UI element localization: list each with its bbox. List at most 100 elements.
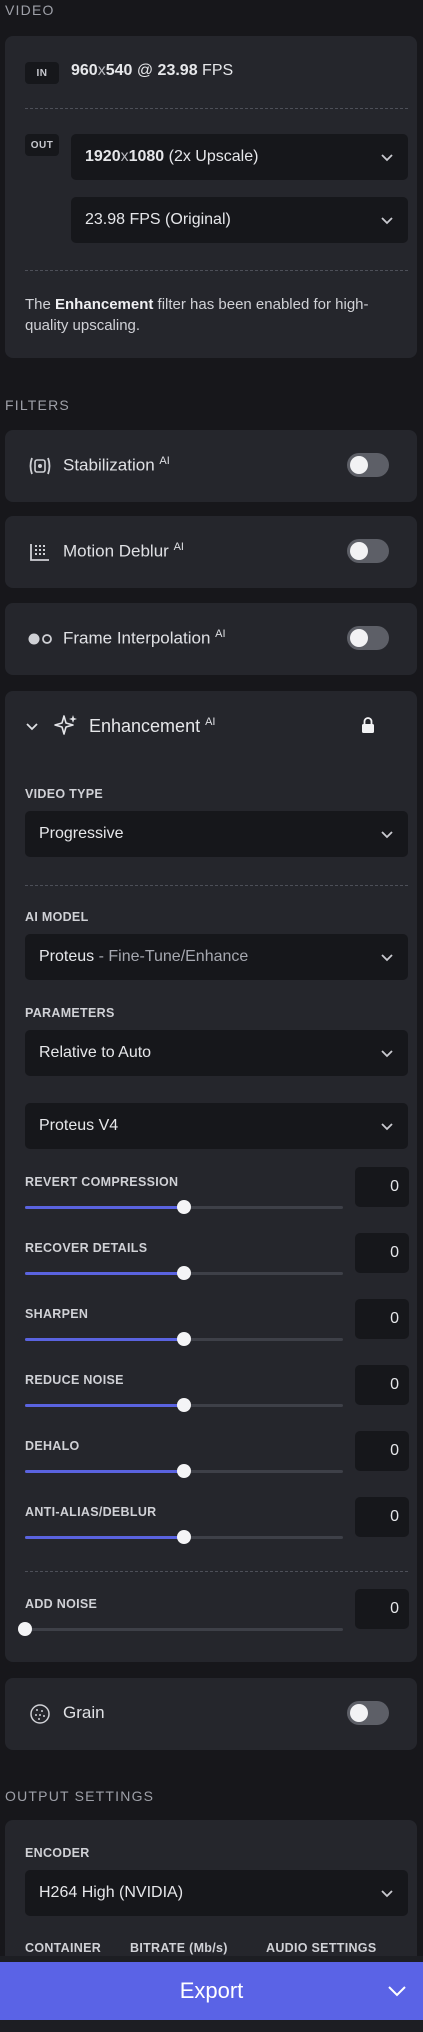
output-section-label: OUTPUT SETTINGS <box>5 1788 155 1804</box>
param-label: ADD NOISE <box>25 1597 98 1611</box>
param-value-input[interactable]: 0 <box>355 1589 409 1629</box>
slider-fill <box>25 1206 184 1209</box>
ai-model-label: AI MODEL <box>25 910 89 924</box>
param-slider[interactable] <box>25 1529 343 1545</box>
in-badge: IN <box>25 62 59 84</box>
filter-grain[interactable]: Grain <box>5 1678 417 1750</box>
grain-label: Grain <box>63 1703 105 1722</box>
stabilization-label: Stabilization AI <box>63 455 170 475</box>
slider-thumb[interactable] <box>177 1200 191 1214</box>
output-resolution-value: 1920x1080 (2x Upscale) <box>85 148 259 165</box>
slider-track <box>25 1628 343 1631</box>
chevron-down-icon <box>381 1050 393 1058</box>
parameters-mode-value: Relative to Auto <box>39 1044 152 1061</box>
video-card: IN 960x540 @ 23.98 FPS OUT 1920x1080 (2x… <box>5 36 417 358</box>
filter-stabilization[interactable]: Stabilization AI <box>5 430 417 502</box>
container-label: CONTAINER <box>25 1941 102 1955</box>
motion-deblur-icon <box>30 544 49 561</box>
encoder-select[interactable]: H264 High (NVIDIA) <box>25 1870 408 1916</box>
output-fps-value: 23.98 FPS (Original) <box>85 211 231 228</box>
video-type-label: VIDEO TYPE <box>25 787 104 801</box>
chevron-down-icon <box>381 831 393 839</box>
bitrate-label: BITRATE (Mb/s) <box>130 1941 228 1955</box>
grain-toggle[interactable] <box>347 1701 389 1725</box>
enhancement-panel: Enhancement AI VIDEO TYPE Progressive AI… <box>5 691 417 1662</box>
divider <box>25 885 408 886</box>
sparkle-icon <box>54 715 77 735</box>
audio-settings-label: AUDIO SETTINGS <box>266 1941 377 1955</box>
chevron-down-icon <box>381 954 393 962</box>
output-fps-select[interactable]: 23.98 FPS (Original) <box>71 197 408 243</box>
slider-thumb[interactable] <box>177 1332 191 1346</box>
slider-fill <box>25 1404 184 1407</box>
param-label: SHARPEN <box>25 1307 89 1321</box>
stabilization-toggle[interactable] <box>347 453 389 477</box>
filter-motion-deblur[interactable]: Motion Deblur AI <box>5 516 417 588</box>
motion-deblur-label: Motion Deblur AI <box>63 541 184 561</box>
slider-thumb[interactable] <box>177 1530 191 1544</box>
parameters-label: PARAMETERS <box>25 1006 115 1020</box>
export-button[interactable]: Export <box>0 1962 423 2020</box>
slider-fill <box>25 1338 184 1341</box>
ai-model-select[interactable]: Proteus - Fine-Tune/Enhance <box>25 934 408 980</box>
divider <box>25 108 408 109</box>
enhancement-title: Enhancement AI <box>89 716 216 736</box>
param-value-input[interactable]: 0 <box>355 1233 409 1273</box>
export-bar: Export <box>0 1956 423 2032</box>
param-value-input[interactable]: 0 <box>355 1365 409 1405</box>
encoder-label: ENCODER <box>25 1846 90 1860</box>
export-label: Export <box>179 1978 244 2003</box>
divider <box>25 270 408 271</box>
slider-fill <box>25 1536 184 1539</box>
model-version-select[interactable]: Proteus V4 <box>25 1103 408 1149</box>
toggle-knob <box>350 1704 368 1722</box>
toggle-knob <box>350 542 368 560</box>
param-label: RECOVER DETAILS <box>25 1241 148 1255</box>
divider <box>25 1571 408 1572</box>
param-label: DEHALO <box>25 1439 80 1453</box>
param-label: ANTI-ALIAS/DEBLUR <box>25 1505 157 1519</box>
model-version-value: Proteus V4 <box>39 1117 119 1134</box>
frame-interpolation-toggle[interactable] <box>347 626 389 650</box>
grain-icon <box>30 1704 50 1724</box>
param-slider[interactable] <box>25 1331 343 1347</box>
toggle-knob <box>350 629 368 647</box>
slider-thumb[interactable] <box>18 1622 32 1636</box>
toggle-knob <box>350 456 368 474</box>
param-value-input[interactable]: 0 <box>355 1167 409 1207</box>
chevron-down-icon <box>381 1890 393 1898</box>
filter-frame-interpolation[interactable]: Frame Interpolation AI <box>5 603 417 675</box>
lock-icon <box>362 717 374 733</box>
collapse-chevron-icon[interactable] <box>25 719 39 733</box>
slider-thumb[interactable] <box>177 1464 191 1478</box>
chevron-down-icon <box>381 1123 393 1131</box>
stabilization-icon <box>29 457 51 475</box>
slider-thumb[interactable] <box>177 1398 191 1412</box>
motion-deblur-toggle[interactable] <box>347 539 389 563</box>
param-slider[interactable] <box>25 1463 343 1479</box>
slider-thumb[interactable] <box>177 1266 191 1280</box>
param-slider[interactable] <box>18 1621 343 1637</box>
out-badge: OUT <box>25 134 59 156</box>
ai-model-value: Proteus - Fine-Tune/Enhance <box>39 948 249 965</box>
slider-fill <box>25 1470 184 1473</box>
frame-interpolation-label: Frame Interpolation AI <box>63 628 226 648</box>
video-type-value: Progressive <box>39 825 124 842</box>
frame-interpolation-icon <box>28 633 52 645</box>
video-section-label: VIDEO <box>5 2 55 18</box>
chevron-down-icon <box>381 154 393 162</box>
param-label: REDUCE NOISE <box>25 1373 124 1387</box>
param-value-input[interactable]: 0 <box>355 1431 409 1471</box>
param-slider[interactable] <box>25 1397 343 1413</box>
video-type-select[interactable]: Progressive <box>25 811 408 857</box>
param-value-input[interactable]: 0 <box>355 1299 409 1339</box>
param-value-input[interactable]: 0 <box>355 1497 409 1537</box>
output-resolution-select[interactable]: 1920x1080 (2x Upscale) <box>71 134 408 180</box>
slider-fill <box>25 1272 184 1275</box>
encoder-value: H264 High (NVIDIA) <box>39 1884 184 1901</box>
parameters-mode-select[interactable]: Relative to Auto <box>25 1030 408 1076</box>
filters-section-label: FILTERS <box>5 397 70 413</box>
chevron-down-icon[interactable] <box>387 1984 407 1998</box>
param-slider[interactable] <box>25 1265 343 1281</box>
param-slider[interactable] <box>25 1199 343 1215</box>
